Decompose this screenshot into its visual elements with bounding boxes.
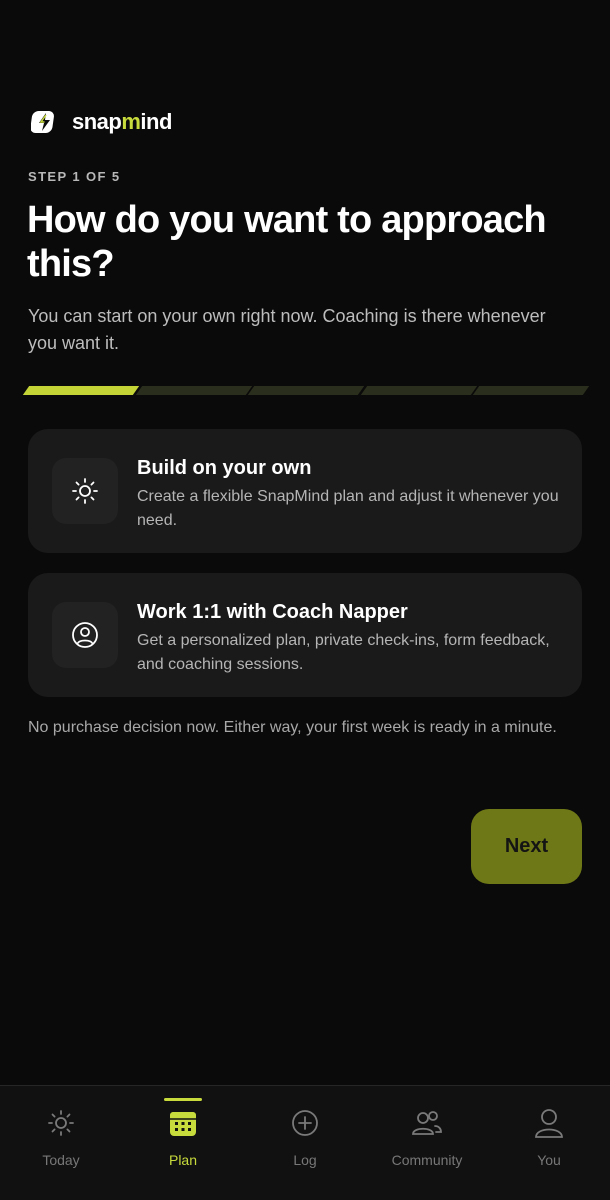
plus-circle-icon <box>288 1106 322 1140</box>
brand: snapmind <box>30 108 172 136</box>
option-text: Build on your own Create a flexible Snap… <box>137 455 567 533</box>
progress-bar <box>22 386 590 395</box>
bottom-tab-bar: Today Plan Log Community You <box>0 1085 610 1200</box>
progress-segment <box>248 386 364 395</box>
onboarding-screen: snapmind STEP 1 OF 5 How do you want to … <box>0 0 610 1200</box>
user-icon <box>532 1106 566 1140</box>
progress-segment <box>473 386 590 395</box>
tab-label: You <box>537 1152 561 1168</box>
option-description: Get a personalized plan, private check-i… <box>137 632 550 673</box>
option-description: Create a flexible SnapMind plan and adju… <box>137 488 559 529</box>
tab-today[interactable]: Today <box>0 1086 122 1200</box>
lightning-bolt-icon <box>30 108 58 136</box>
brand-name: snapmind <box>72 109 172 134</box>
option-title: Work 1:1 with Coach Napper <box>137 601 408 623</box>
progress-segment <box>22 386 139 395</box>
option-text: Work 1:1 with Coach Napper Get a persona… <box>137 599 567 677</box>
page-title: How do you want to approach this? <box>27 199 547 285</box>
sun-icon <box>52 458 118 524</box>
progress-segment <box>360 386 477 395</box>
active-tab-indicator <box>164 1098 202 1101</box>
tab-label: Today <box>42 1152 80 1168</box>
tab-label: Plan <box>168 1152 198 1168</box>
step-indicator: STEP 1 OF 5 <box>28 169 121 184</box>
tab-log[interactable]: Log <box>244 1086 366 1200</box>
page-subtitle: You can start on your own right now. Coa… <box>28 306 546 353</box>
tab-label: Community <box>391 1152 463 1168</box>
next-button[interactable]: Next <box>471 809 582 884</box>
info-note: No purchase decision now. Either way, yo… <box>28 719 557 736</box>
tab-label: Log <box>293 1152 317 1168</box>
tab-community[interactable]: Community <box>366 1086 488 1200</box>
calendar-icon <box>166 1106 200 1140</box>
user-circle-icon <box>52 602 118 668</box>
option-work-with-coach[interactable]: Work 1:1 with Coach Napper Get a persona… <box>28 573 582 697</box>
tab-plan[interactable]: Plan <box>122 1086 244 1200</box>
progress-segment <box>135 386 252 395</box>
option-title: Build on your own <box>137 457 312 479</box>
users-icon <box>410 1106 444 1140</box>
sun-icon <box>44 1106 78 1140</box>
option-build-on-your-own[interactable]: Build on your own Create a flexible Snap… <box>28 429 582 553</box>
tab-you[interactable]: You <box>488 1086 610 1200</box>
